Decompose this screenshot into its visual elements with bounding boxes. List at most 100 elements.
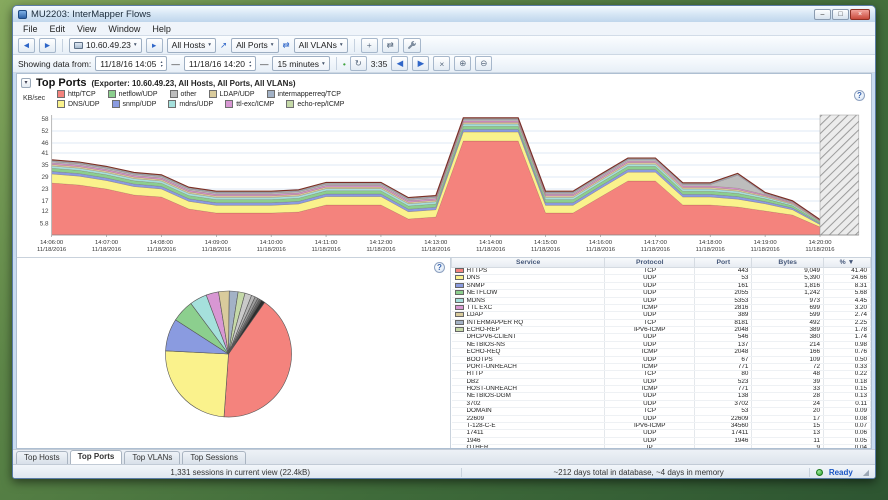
- tab-top-sessions[interactable]: Top Sessions: [182, 451, 246, 464]
- title-bar[interactable]: MU2203: InterMapper Flows – □ ×: [13, 6, 875, 22]
- table-row[interactable]: INTERMAPPER RQ TCP 8181 492 2.25: [451, 319, 871, 328]
- help-icon[interactable]: ?: [854, 90, 865, 101]
- add-filter-button[interactable]: +: [360, 37, 378, 53]
- table-row[interactable]: 22609 UDP 22609 17 0.08: [451, 415, 871, 423]
- table-row[interactable]: SNMP UDP 161 1,816 8.31: [451, 282, 871, 291]
- table-row[interactable]: ECHO-REQ ICMP 2048 166 0.76: [451, 348, 871, 357]
- legend-item-ldap-udp[interactable]: LDAP/UDP: [208, 90, 255, 98]
- start-time-field[interactable]: 11/18/16 14:05 ▴ ▾: [95, 56, 168, 71]
- table-row[interactable]: DHCPV6-CLIENT UDP 546 380 1.74: [451, 333, 871, 342]
- legend-item-snmp-udp[interactable]: snmp/UDP: [111, 100, 156, 108]
- table-row[interactable]: NETBIOS-NS UDP 137 214 0.98: [451, 341, 871, 350]
- status-sessions: 1,331 sessions in current view (22.4kB): [19, 468, 463, 477]
- maximize-button[interactable]: □: [832, 8, 849, 20]
- menu-help[interactable]: Help: [146, 24, 177, 34]
- svg-text:29: 29: [42, 174, 50, 181]
- legend-item-intermapperreq-tcp[interactable]: intermapperreq/TCP: [266, 90, 341, 98]
- back-button[interactable]: ◄: [18, 37, 35, 53]
- table-row[interactable]: DB2 UDP 523 39 0.18: [451, 378, 871, 387]
- column-header-port[interactable]: Port: [694, 257, 753, 269]
- table-row[interactable]: BOOTPS UDP 67 109 0.50: [451, 356, 871, 364]
- table-row[interactable]: T-128-C-E IPV6-ICMP 34560 15 0.07: [451, 422, 871, 431]
- legend-item-http-tcp[interactable]: http/TCP: [57, 90, 96, 98]
- swap-endpoints-button[interactable]: ⇄: [381, 37, 399, 53]
- pie-slice-dns[interactable]: [165, 350, 229, 417]
- traffic-area-chart[interactable]: 5.812172329354146525814:06:0011/18/20161…: [21, 109, 867, 255]
- stepper-icon[interactable]: ▴ ▾: [249, 60, 251, 67]
- help-icon[interactable]: ?: [434, 261, 445, 273]
- svg-text:11/18/2016: 11/18/2016: [147, 247, 176, 253]
- legend-item-echo-rep-icmp[interactable]: echo-rep/ICMP: [286, 100, 344, 108]
- svg-text:11/18/2016: 11/18/2016: [805, 247, 834, 253]
- legend-item-other[interactable]: other: [169, 90, 197, 98]
- exporter-select[interactable]: 10.60.49.23 ▾: [69, 37, 142, 53]
- forward-button[interactable]: ►: [39, 37, 56, 53]
- table-row[interactable]: NETBIOS-DGM UDP 138 28 0.13: [451, 392, 871, 401]
- table-row[interactable]: 3702 UDP 3702 24 0.11: [451, 400, 871, 409]
- table-row[interactable]: MDNS UDP 5353 973 4.45: [451, 297, 871, 305]
- legend-item-mdns-udp[interactable]: mdns/UDP: [168, 100, 213, 108]
- legend-item-netflow-udp[interactable]: netflow/UDP: [107, 90, 158, 98]
- end-time-field[interactable]: 11/18/16 14:20 ▴ ▾: [183, 56, 256, 71]
- table-row[interactable]: DOMAIN TCP 53 20 0.09: [451, 407, 871, 416]
- collapse-button[interactable]: ▾: [21, 77, 31, 88]
- menu-window[interactable]: Window: [102, 24, 146, 34]
- resize-grip[interactable]: ◢: [863, 468, 869, 477]
- column-header-percent[interactable]: % ▼: [822, 257, 871, 269]
- table-row[interactable]: HTTPS TCP 443 9,049 41.40: [451, 267, 871, 276]
- column-header-service[interactable]: Service: [451, 257, 606, 269]
- ports-pie-chart[interactable]: [17, 258, 450, 448]
- column-header-protocol[interactable]: Protocol: [604, 257, 696, 269]
- minimize-button[interactable]: –: [814, 8, 831, 20]
- step-forward-button[interactable]: ▶: [412, 56, 430, 71]
- menu-view[interactable]: View: [71, 24, 102, 34]
- table-row[interactable]: 17411 UDP 17411 13 0.06: [451, 429, 871, 438]
- start-time-value: 11/18/16 14:05: [100, 58, 157, 69]
- svg-text:14:08:00: 14:08:00: [150, 240, 174, 246]
- table-row[interactable]: ECHO-REP IPV6-ICMP 2048 389 1.78: [451, 326, 871, 335]
- refresh-button[interactable]: ↻: [349, 56, 367, 71]
- legend-item-ttl-exc-icmp[interactable]: ttl-exc/ICMP: [225, 100, 274, 108]
- svg-text:52: 52: [42, 128, 50, 135]
- hosts-select[interactable]: All Hosts ▾: [166, 37, 216, 53]
- table-row[interactable]: PORT-UNREACH ICMP 771 72 0.33: [451, 363, 871, 372]
- table-row[interactable]: DNS UDP 53 5,390 24.66: [451, 274, 871, 283]
- step-back-button[interactable]: ◀: [391, 56, 409, 71]
- stepper-icon[interactable]: ▴ ▾: [160, 60, 162, 67]
- legend-label: netflow/UDP: [118, 90, 158, 98]
- host-filter-arrow-icon[interactable]: ↗: [220, 40, 227, 51]
- table-row[interactable]: OTHERIP90.04: [451, 444, 871, 448]
- zoom-out-button[interactable]: ⊖: [475, 56, 493, 71]
- legend-swatch: [286, 100, 295, 108]
- tab-top-ports[interactable]: Top Ports: [69, 450, 123, 464]
- ports-select[interactable]: All Ports ▾: [231, 37, 279, 53]
- interval-select[interactable]: 15 minutes ▾: [272, 56, 330, 71]
- table-row[interactable]: NETFLOW UDP 2055 1,242 5.68: [451, 289, 871, 298]
- stop-button[interactable]: ×: [433, 56, 451, 71]
- apply-exporter-button[interactable]: ▸: [145, 37, 163, 53]
- column-header-bytes[interactable]: Bytes: [751, 257, 824, 269]
- service-color-swatch: [454, 297, 464, 303]
- table-row[interactable]: TTL EXC ICMP 2816 699 3.20: [451, 304, 871, 313]
- tab-top-vlans[interactable]: Top VLANs: [124, 451, 181, 464]
- svg-text:14:09:00: 14:09:00: [205, 240, 229, 246]
- vlan-filter-icon[interactable]: ⇄: [283, 40, 290, 51]
- svg-text:11/18/2016: 11/18/2016: [92, 247, 121, 253]
- legend-label: http/TCP: [68, 90, 96, 98]
- close-button[interactable]: ×: [850, 8, 870, 20]
- zoom-in-button[interactable]: ⊕: [454, 56, 472, 71]
- settings-button[interactable]: [402, 37, 421, 53]
- menu-edit[interactable]: Edit: [44, 24, 72, 34]
- table-row[interactable]: LDAP UDP 389 599 2.74: [451, 311, 871, 320]
- menu-file[interactable]: File: [17, 24, 44, 34]
- table-row[interactable]: HOST-UNREACH ICMP 771 33 0.15: [451, 385, 871, 394]
- table-row[interactable]: 1946 UDP 1946 11 0.05: [451, 437, 871, 446]
- legend-label: echo-rep/ICMP: [297, 100, 345, 108]
- vlans-select[interactable]: All VLANs ▾: [293, 37, 348, 53]
- tab-top-hosts[interactable]: Top Hosts: [16, 451, 68, 464]
- wrench-icon: [407, 41, 416, 49]
- panel-header: ▾ Top Ports (Exporter: 10.60.49.23, All …: [21, 76, 867, 89]
- table-row[interactable]: HTTP TCP 80 48 0.22: [451, 370, 871, 379]
- legend-item-dns-udp[interactable]: DNS/UDP: [57, 100, 100, 108]
- ports-table[interactable]: Service Protocol Port Bytes% ▼ HTTPS TCP 443 9,…: [451, 257, 871, 448]
